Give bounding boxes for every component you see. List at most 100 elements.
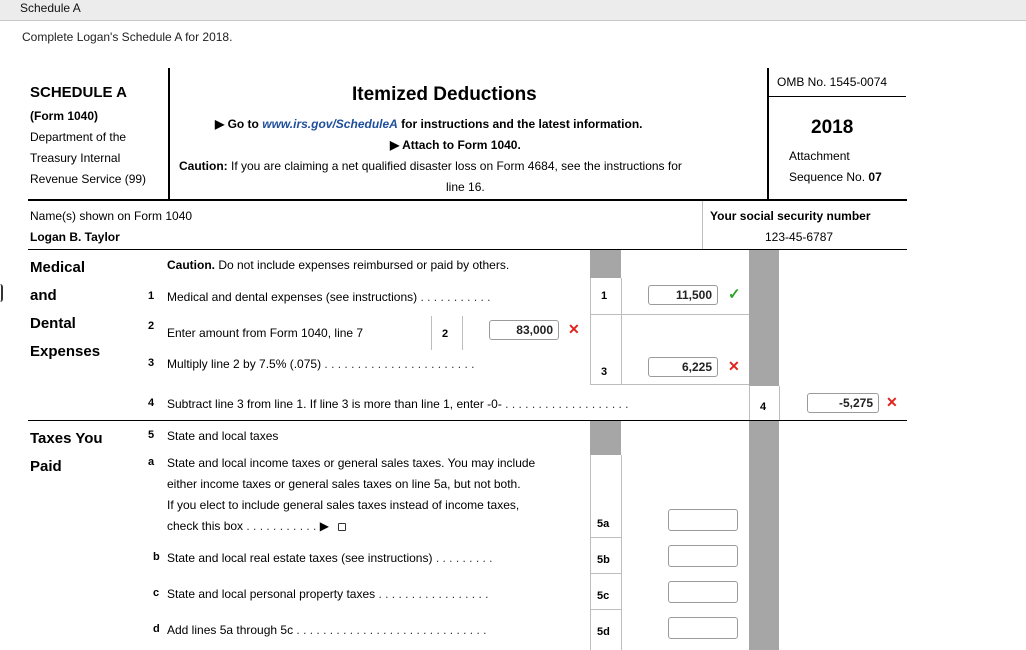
section-label-dental: Dental: [30, 315, 76, 332]
line1-box-number: 1: [601, 290, 608, 302]
line1-bottom-rule: [590, 314, 749, 315]
sequence-number: Sequence No. 07: [789, 170, 882, 184]
taxpayer-name: Logan B. Taylor: [30, 230, 120, 244]
line5d-amount-input[interactable]: [668, 617, 738, 639]
line5c-box-number: 5c: [597, 590, 610, 602]
line5a-checkbox-row: check this box . . . . . . . . . . . ▶: [167, 519, 347, 533]
medical-caution-label: Caution.: [167, 258, 215, 272]
line5a-leader-dots: . . . . . . . . . . .: [243, 519, 317, 533]
line3-leader-dots: . . . . . . . . . . . . . . . . . . . . …: [321, 357, 475, 371]
line5a-text-1: State and local income taxes or general …: [167, 456, 536, 470]
sequence-value: 07: [868, 170, 882, 184]
line3-box-number: 3: [601, 366, 608, 378]
window-title: Schedule A: [20, 1, 81, 15]
line5d-leader-dots: . . . . . . . . . . . . . . . . . . . . …: [293, 623, 487, 637]
line5a-box-bottom-rule: [590, 537, 621, 538]
line4-text: Subtract line 3 from line 1. If line 3 i…: [167, 397, 629, 411]
line3-text: Multiply line 2 by 7.5% (.075) . . . . .…: [167, 357, 474, 371]
header-divider-left: [168, 68, 170, 199]
box-col-left-line: [590, 278, 591, 384]
line2-amount-input[interactable]: [489, 320, 559, 340]
line5b-label: State and local real estate taxes (see i…: [167, 551, 433, 565]
dept-line-1: Department of the: [30, 130, 127, 144]
line5b-letter: b: [153, 551, 160, 563]
medical-caution-text: Do not include expenses reimbursed or pa…: [215, 258, 510, 272]
ssn-divider: [702, 201, 703, 249]
line5d-letter: d: [153, 623, 160, 635]
section-label-paid: Paid: [30, 458, 62, 475]
form-number: (Form 1040): [30, 109, 99, 123]
caution-note-line-2: line 16.: [446, 180, 485, 194]
line5d-text: Add lines 5a through 5c . . . . . . . . …: [167, 623, 486, 637]
attachment-label: Attachment: [789, 149, 850, 163]
line5c-amount-input[interactable]: [668, 581, 738, 603]
line5d-label: Add lines 5a through 5c: [167, 623, 294, 637]
goto-prefix: ▶ Go to: [215, 117, 263, 131]
goto-instructions: ▶ Go to www.irs.gov/ScheduleA for instru…: [215, 117, 643, 131]
section-label-and: and: [30, 287, 57, 304]
sales-tax-checkbox[interactable]: [338, 522, 347, 531]
line5b-text: State and local real estate taxes (see i…: [167, 551, 493, 565]
shaded-column-medical: [749, 250, 779, 386]
left-edge-scroll-handle: [0, 284, 3, 302]
shaded-column-taxes: [749, 421, 779, 650]
ssn-value: 123-45-6787: [765, 230, 834, 244]
x-icon: ✕: [728, 358, 740, 374]
header-bottom-rule: [28, 199, 907, 201]
caution-label: Caution:: [179, 159, 228, 173]
line4-leader-dots: . . . . . . . . . . . . . . . . . . .: [501, 397, 629, 411]
line1-leader-dots: . . . . . . . . . . .: [417, 290, 491, 304]
section-label-taxes-you: Taxes You: [30, 430, 103, 447]
line4-number: 4: [148, 397, 155, 409]
line1-amount-input[interactable]: [648, 285, 718, 305]
line5-text: State and local taxes: [167, 429, 279, 443]
line4-amount-input[interactable]: [807, 393, 879, 413]
line3-label: Multiply line 2 by 7.5% (.075): [167, 357, 322, 371]
line5c-letter: c: [153, 587, 160, 599]
window-titlebar: Schedule A: [0, 0, 1026, 21]
line5b-leader-dots: . . . . . . . . .: [432, 551, 493, 565]
line4-box-left-line: [749, 386, 750, 420]
instruction-text: Complete Logan's Schedule A for 2018.: [22, 30, 233, 44]
line5a-amount-input[interactable]: [668, 509, 738, 531]
section-label-medical: Medical: [30, 259, 86, 276]
line5c-label: State and local personal property taxes: [167, 587, 376, 601]
line5b-box-number: 5b: [597, 554, 610, 566]
omb-underline: [768, 96, 906, 97]
taxes-box-col-right-line: [621, 455, 622, 650]
schedule-title: SCHEDULE A: [30, 84, 127, 101]
form-title: Itemized Deductions: [352, 84, 537, 105]
line3-amount-input[interactable]: [648, 357, 718, 377]
check-icon: ✓: [728, 286, 741, 303]
tax-year: 2018: [811, 117, 854, 138]
checkbox-label: check this box: [167, 519, 244, 533]
attach-note: ▶ Attach to Form 1040.: [390, 138, 521, 152]
line5c-box-bottom-rule: [590, 609, 621, 610]
line2-box-right-line: [462, 316, 463, 350]
line5a-box-number: 5a: [597, 518, 610, 530]
medical-caution: Caution. Do not include expenses reimbur…: [167, 258, 509, 272]
line5b-amount-input[interactable]: [668, 545, 738, 567]
line4-label: Subtract line 3 from line 1. If line 3 i…: [167, 397, 502, 411]
line1-number: 1: [148, 290, 155, 302]
name-label: Name(s) shown on Form 1040: [30, 209, 193, 223]
line5b-box-bottom-rule: [590, 573, 621, 574]
line3-bottom-rule: [590, 384, 749, 385]
line5c-leader-dots: . . . . . . . . . . . . . . . . .: [375, 587, 489, 601]
line5d-box-number: 5d: [597, 626, 610, 638]
line2-box-left-line: [431, 316, 432, 350]
line3-number: 3: [148, 357, 155, 369]
irs-link[interactable]: www.irs.gov/ScheduleA: [262, 117, 398, 131]
line4-box-number: 4: [760, 401, 767, 413]
line1-text: Medical and dental expenses (see instruc…: [167, 290, 491, 304]
goto-suffix: for instructions and the latest informat…: [397, 117, 643, 131]
line1-label: Medical and dental expenses (see instruc…: [167, 290, 418, 304]
line5a-text-2: either income taxes or general sales tax…: [167, 477, 521, 491]
line2-number: 2: [148, 320, 155, 332]
taxes-box-col-left-line: [590, 455, 591, 650]
sequence-prefix: Sequence No.: [789, 170, 869, 184]
caution-note: Caution: If you are claiming a net quali…: [179, 159, 682, 173]
arrow-right-icon: ▶: [319, 519, 329, 533]
ssn-label: Your social security number: [710, 209, 871, 223]
line5a-letter: a: [148, 456, 155, 468]
